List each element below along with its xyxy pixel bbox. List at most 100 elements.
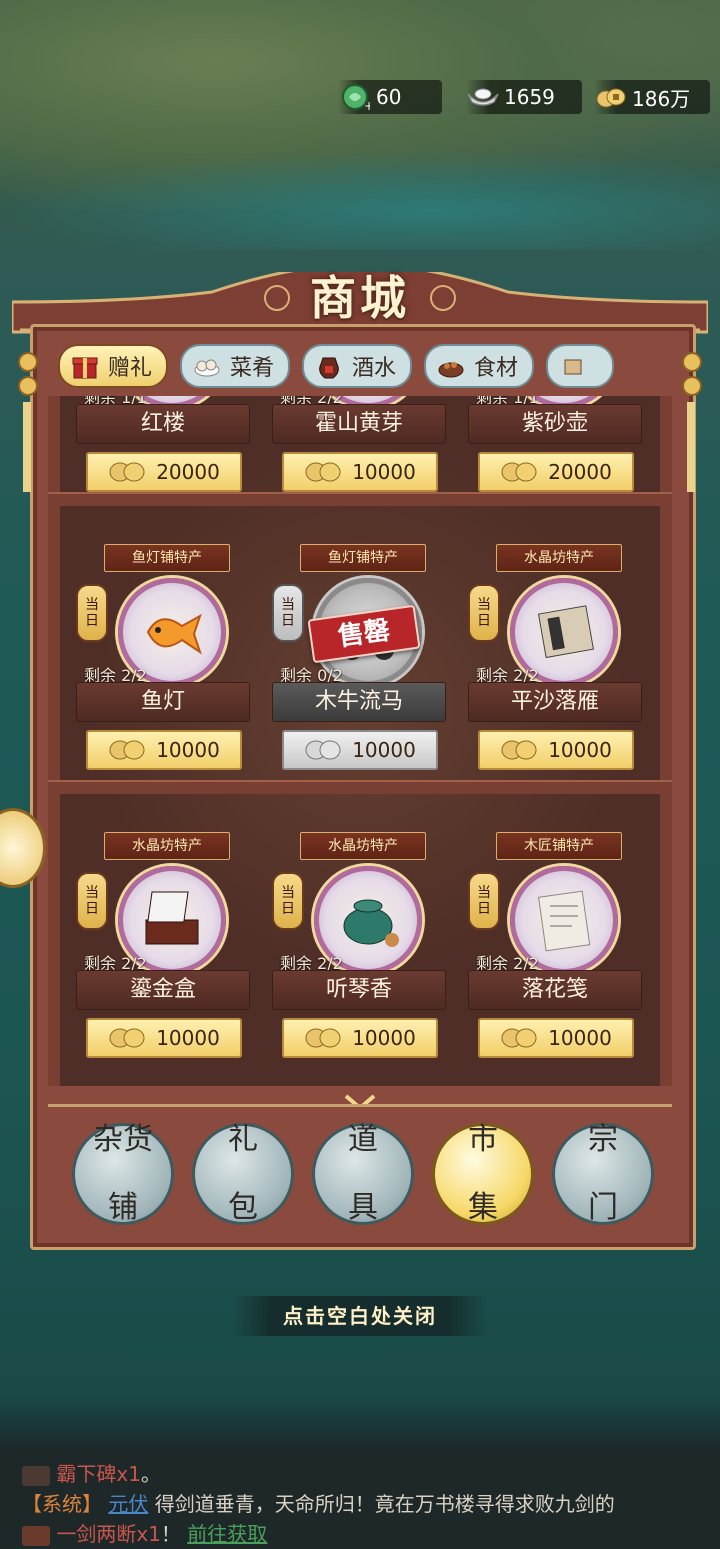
copper-coins-icon [305, 462, 341, 482]
tab-drinks[interactable]: 酒水 [302, 344, 413, 388]
nav-general-store[interactable]: 杂货铺 [72, 1123, 174, 1225]
daily-lantern: 当日 [272, 872, 304, 930]
item-price: 20000 [548, 460, 612, 484]
shop-item-huoshan-huangya[interactable]: 剩余 2/2 霍山黄芽 10000 [272, 396, 452, 516]
copper-coins-icon [305, 740, 341, 760]
buy-button[interactable]: 10000 [86, 730, 242, 770]
nav-label: 杂货 [93, 1122, 153, 1157]
item-name: 红楼 [76, 404, 250, 444]
item-price: 10000 [548, 1026, 612, 1050]
copper-coins-icon [501, 740, 537, 760]
item-name: 霍山黄芽 [272, 404, 446, 444]
copper-currency: 186万 [594, 80, 710, 114]
nav-items[interactable]: 道具 [312, 1123, 414, 1225]
shop-item-fish-lantern[interactable]: 鱼灯铺特产 当日 剩余 2/2 鱼灯 10000 [76, 544, 256, 794]
buy-button[interactable]: 10000 [282, 452, 438, 492]
tab-ingredients[interactable]: 食材 [424, 344, 535, 388]
jade-currency[interactable]: + 60 [338, 80, 442, 114]
nav-label: 市 [468, 1122, 498, 1157]
chat-item: 霸下碑x1 [56, 1462, 141, 1486]
chat-line: 霸下碑x1。 [22, 1458, 161, 1487]
more-category-icon [558, 351, 588, 381]
tab-more[interactable] [546, 344, 615, 388]
tab-gift[interactable]: 赠礼 [58, 344, 169, 388]
chat-user-link[interactable]: 元伏 [108, 1492, 148, 1516]
copper-coins-icon [109, 740, 145, 760]
shop-item-luohua-paper[interactable]: 木匠铺特产 当日 剩余 2/2 落花笺 10000 [468, 832, 648, 1082]
specialty-badge: 鱼灯铺特产 [104, 544, 230, 572]
item-price: 10000 [352, 460, 416, 484]
silver-value: 1659 [504, 85, 555, 109]
shop-item-zisha-teapot[interactable]: 剩余 1/1 紫砂壶 20000 [468, 396, 648, 516]
item-name: 鎏金盒 [76, 970, 250, 1010]
nav-gift-pack[interactable]: 礼包 [192, 1123, 294, 1225]
item-name: 鱼灯 [76, 682, 250, 722]
nav-label: 铺 [108, 1190, 138, 1225]
tab-label: 菜肴 [230, 356, 275, 381]
nav-label: 门 [588, 1190, 618, 1225]
daily-lantern: 当日 [468, 584, 500, 642]
item-grid: 剩余 1/1 红楼 20000 剩余 2/2 霍山黄芽 10000 剩余 1/1… [48, 396, 672, 1086]
close-hint[interactable]: 点击空白处关闭 [232, 1296, 488, 1336]
shop-item-muniu-liuma[interactable]: 鱼灯铺特产 当日 售罄 剩余 0/2 木牛流马 10000 [272, 544, 452, 794]
category-tabs: 赠礼 菜肴 酒水 食材 [58, 344, 698, 388]
nav-label: 包 [228, 1190, 258, 1225]
dumpling-icon [192, 351, 222, 381]
shop-item-honglou[interactable]: 剩余 1/1 红楼 20000 [76, 396, 256, 516]
item-name: 听琴香 [272, 970, 446, 1010]
item-name: 平沙落雁 [468, 682, 642, 722]
buy-button[interactable]: 20000 [86, 452, 242, 492]
svg-text:+: + [364, 99, 370, 112]
shop-item-liujin-box[interactable]: 水晶坊特产 当日 剩余 2/2 鎏金盒 10000 [76, 832, 256, 1082]
item-price: 10000 [156, 1026, 220, 1050]
chat-item: 一剑两断x1 [56, 1522, 161, 1546]
sword-icon [22, 1525, 50, 1546]
copper-coins-icon [594, 83, 628, 111]
item-price: 10000 [352, 738, 416, 762]
copper-coins-icon [109, 462, 145, 482]
tab-dishes[interactable]: 菜肴 [180, 344, 291, 388]
chat-feed: 霸下碑x1。 【系统】 元伏 得剑道垂青，天命所归！竟在万书楼寻得求败九剑的 一… [0, 1450, 720, 1549]
shop-item-pingsha-luoyan[interactable]: 水晶坊特产 当日 剩余 2/2 平沙落雁 10000 [468, 544, 648, 794]
copper-coins-icon [501, 462, 537, 482]
tab-label: 酒水 [352, 356, 397, 381]
nav-sect[interactable]: 宗门 [552, 1123, 654, 1225]
nav-market[interactable]: 市集 [432, 1123, 534, 1225]
buy-button[interactable]: 10000 [478, 1018, 634, 1058]
bottom-navigation: 杂货铺 礼包 道具 市集 宗门 [48, 1104, 672, 1237]
item-name: 紫砂壶 [468, 404, 642, 444]
item-price: 10000 [352, 1026, 416, 1050]
buy-button[interactable]: 10000 [478, 730, 634, 770]
shop-item-tingqin-incense[interactable]: 水晶坊特产 当日 剩余 2/2 听琴香 10000 [272, 832, 452, 1082]
specialty-badge: 木匠铺特产 [496, 832, 622, 860]
chat-text: 得剑道垂青，天命所归！竟在万书楼寻得求败九剑的 [154, 1492, 615, 1516]
nav-label: 具 [348, 1190, 378, 1225]
daily-lantern: 当日 [468, 872, 500, 930]
chat-line: 【系统】 元伏 得剑道垂青，天命所归！竟在万书楼寻得求败九剑的 [22, 1488, 615, 1517]
ingredients-icon [436, 351, 466, 381]
chat-line: 一剑两断x1！ 前往获取 [22, 1518, 267, 1547]
chat-goto-link[interactable]: 前往获取 [187, 1522, 267, 1546]
gift-icon [70, 351, 100, 381]
shop-title: 商城 [310, 271, 410, 325]
buy-button[interactable]: 10000 [282, 1018, 438, 1058]
chat-system-tag: 【系统】 [22, 1492, 102, 1516]
copper-coins-icon [305, 1028, 341, 1048]
nav-label: 集 [468, 1190, 498, 1225]
chat-text: ！ [160, 1522, 181, 1546]
daily-lantern: 当日 [272, 584, 304, 642]
buy-button[interactable]: 20000 [478, 452, 634, 492]
daily-lantern: 当日 [76, 872, 108, 930]
jade-icon: + [338, 83, 372, 112]
buy-button[interactable]: 10000 [86, 1018, 242, 1058]
nav-label: 道 [348, 1122, 378, 1157]
copper-coins-icon [501, 1028, 537, 1048]
wine-jar-icon [314, 351, 344, 381]
specialty-badge: 水晶坊特产 [104, 832, 230, 860]
left-tassel-ornament [18, 352, 38, 512]
jade-value: 60 [376, 85, 402, 109]
item-price: 10000 [156, 738, 220, 762]
stele-icon [22, 1465, 50, 1486]
copper-coins-icon [109, 1028, 145, 1048]
specialty-badge: 水晶坊特产 [300, 832, 426, 860]
